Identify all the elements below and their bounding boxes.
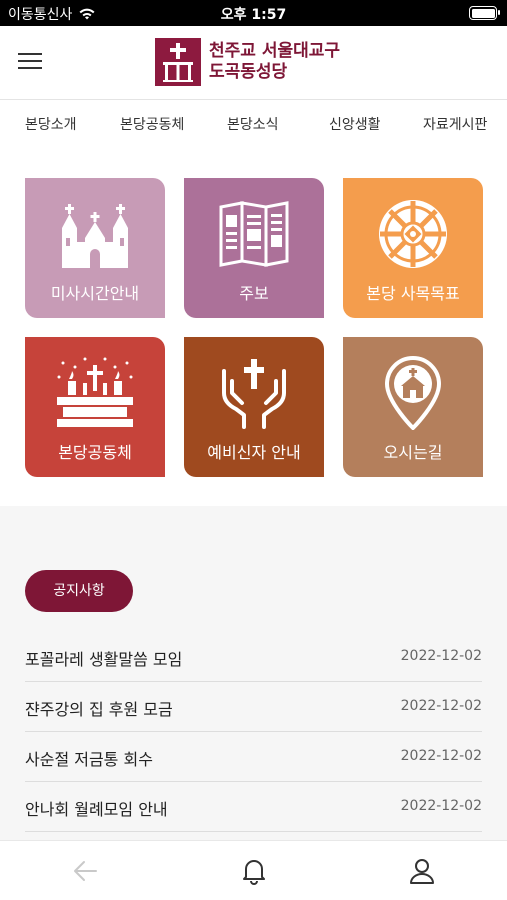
bottom-toolbar	[0, 840, 507, 900]
church-icon	[62, 204, 128, 268]
notice-item[interactable]: 사순절 저금통 회수 2022-12-02	[25, 732, 482, 782]
notice-item[interactable]: 쟌주강의 집 후원 모금 2022-12-02	[25, 682, 482, 732]
logo-line1: 천주교 서울대교구	[209, 41, 341, 61]
hamburger-menu-icon[interactable]	[18, 51, 42, 71]
logo-line2: 도곡동성당	[209, 62, 288, 82]
notice-date: 2022-12-02	[400, 648, 482, 664]
rose-window-icon	[379, 200, 447, 268]
status-time: 오후 1:57	[220, 7, 287, 23]
nav-item-faith-life[interactable]: 신앙생활	[329, 114, 381, 134]
bulletin-icon	[219, 201, 289, 267]
nav-item-news[interactable]: 본당소식	[227, 114, 279, 134]
nav-item-intro[interactable]: 본당소개	[25, 114, 77, 134]
notice-date: 2022-12-02	[400, 798, 482, 814]
tile-bulletin[interactable]: 주보	[184, 178, 324, 318]
tile-mass-times[interactable]: 미사시간안내	[25, 178, 165, 318]
nav-item-community[interactable]: 본당공동체	[120, 114, 184, 134]
notice-item[interactable]: 포꼴라레 생활말씀 모임 2022-12-02	[25, 632, 482, 682]
parish-logo[interactable]: 천주교 서울대교구 도곡동성당	[155, 38, 340, 86]
nav-item-archive[interactable]: 자료게시판	[423, 114, 487, 134]
back-arrow-icon[interactable]	[72, 857, 100, 885]
notice-section: 공지사항 포꼴라레 생활말씀 모임 2022-12-02 쟌주강의 집 후원 모…	[0, 506, 507, 840]
notice-title: 사순절 저금통 회수	[25, 750, 153, 769]
notice-date: 2022-12-02	[400, 748, 482, 764]
notice-title: 안나회 월례모임 안내	[25, 800, 168, 819]
notice-item[interactable]: 안나회 월례모임 안내 2022-12-02	[25, 782, 482, 832]
notice-title: 쟌주강의 집 후원 모금	[25, 700, 173, 719]
notice-button[interactable]: 공지사항	[25, 570, 133, 612]
tile-pastoral-goal[interactable]: 본당 사목목표	[343, 178, 483, 318]
status-bar: 이동통신사 오후 1:57	[0, 0, 507, 26]
battery-icon	[469, 6, 500, 20]
tile-directions[interactable]: 오시는길	[343, 337, 483, 477]
hands-cross-icon	[222, 359, 286, 429]
tile-label: 미사시간안내	[50, 284, 140, 303]
notice-title: 포꼴라레 생활말씀 모임	[25, 650, 183, 669]
category-nav: 본당소개 본당공동체 본당소식 신앙생활 자료게시판	[0, 100, 507, 148]
tile-label: 본당공동체	[58, 443, 132, 462]
altar-candles-icon	[57, 357, 133, 427]
tile-community[interactable]: 본당공동체	[25, 337, 165, 477]
notice-date: 2022-12-02	[400, 698, 482, 714]
tile-label: 본당 사목목표	[366, 284, 460, 303]
user-icon[interactable]	[408, 857, 436, 885]
tile-label: 예비신자 안내	[207, 443, 301, 462]
location-church-icon	[385, 356, 441, 430]
logo-text: 천주교 서울대교구 도곡동성당	[209, 41, 340, 83]
app-screen: 이동통신사 오후 1:57 천주교 서울대교구 도곡동성당 본당소개 본당공동체…	[0, 0, 507, 900]
tile-label: 오시는길	[383, 443, 443, 462]
bell-icon[interactable]	[240, 857, 268, 885]
app-header: 천주교 서울대교구 도곡동성당	[0, 26, 507, 100]
tile-label: 주보	[239, 284, 269, 303]
tile-catechumen-info[interactable]: 예비신자 안내	[184, 337, 324, 477]
logo-mark	[155, 38, 201, 86]
